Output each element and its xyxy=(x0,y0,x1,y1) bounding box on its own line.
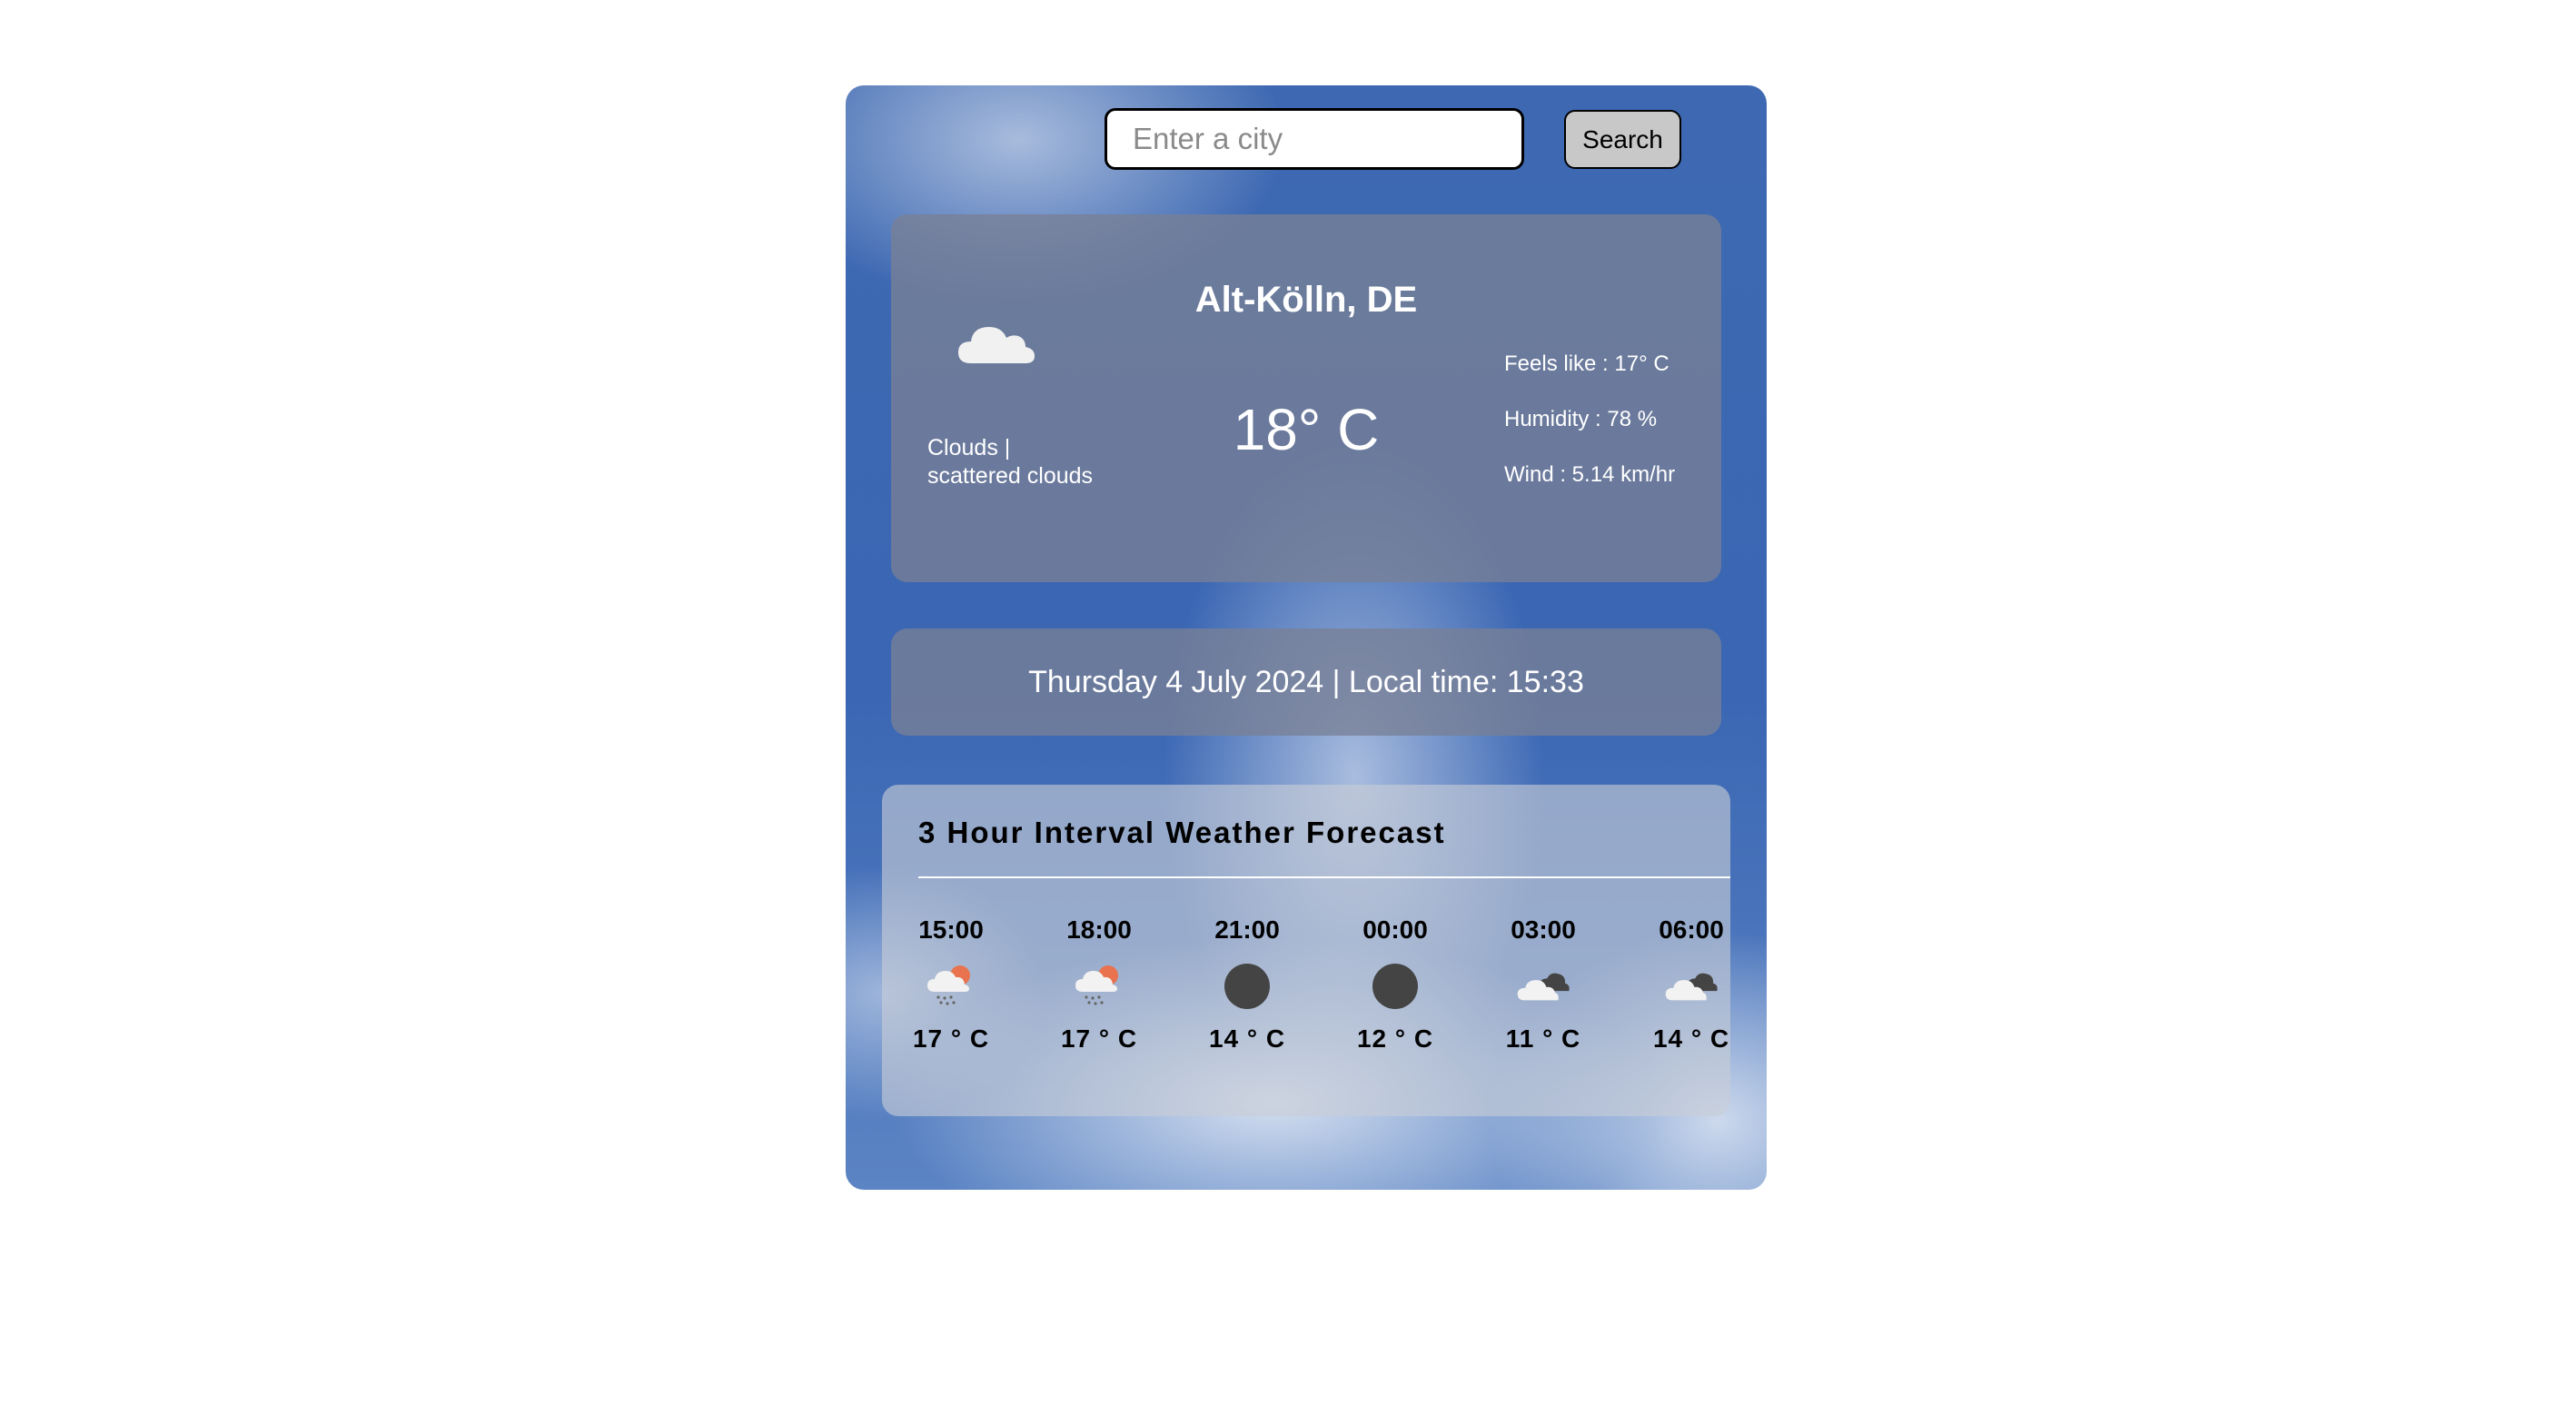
forecast-time: 00:00 xyxy=(1362,915,1428,944)
current-weather-card: Clouds | scattered clouds Alt-Kölln, DE … xyxy=(891,214,1721,582)
weather-description: Clouds | scattered clouds xyxy=(927,434,1145,490)
forecast-item: 18:00 17 ° C xyxy=(1035,912,1163,1057)
rain-sun-icon xyxy=(927,965,970,1005)
forecast-time: 18:00 xyxy=(1066,915,1132,944)
forecast-title: 3 Hour Interval Weather Forecast xyxy=(918,816,1446,849)
cloud-icon xyxy=(958,327,1035,363)
forecast-time: 15:00 xyxy=(918,915,984,944)
date-time-text: Thursday 4 July 2024 | Local time: 15:33 xyxy=(1028,665,1584,699)
city-search-input[interactable] xyxy=(1105,108,1524,170)
city-name: Alt-Kölln, DE xyxy=(1194,280,1418,320)
forecast-item: 21:00 14 ° C xyxy=(1184,912,1311,1057)
search-button[interactable]: Search xyxy=(1564,110,1681,169)
forecast-temp: 11 ° C xyxy=(1505,1024,1581,1053)
wind-speed: Wind : 5.14 km/hr xyxy=(1504,462,1676,487)
clouds-icon xyxy=(1665,973,1718,1001)
forecast-time: 03:00 xyxy=(1511,915,1576,944)
weather-detail: scattered clouds xyxy=(927,463,1094,489)
forecast-time: 06:00 xyxy=(1659,915,1724,944)
date-time-card: Thursday 4 July 2024 | Local time: 15:33 xyxy=(891,628,1721,736)
forecast-card: 3 Hour Interval Weather Forecast 15:00 1… xyxy=(882,785,1730,1116)
rain-sun-icon xyxy=(1075,965,1118,1005)
forecast-temp: 12 ° C xyxy=(1356,1024,1434,1053)
moon-icon xyxy=(1372,964,1418,1009)
weather-main: Clouds | xyxy=(927,435,1011,460)
weather-app: Search Clouds | scattered clouds Alt-Köl… xyxy=(846,85,1767,1190)
weather-details: Feels like : 17° C Humidity : 78 % Wind … xyxy=(1504,351,1713,517)
forecast-temp: 17 ° C xyxy=(912,1024,990,1053)
forecast-item: 03:00 11 ° C xyxy=(1480,912,1607,1057)
forecast-temp: 14 ° C xyxy=(1652,1024,1730,1053)
search-bar: Search xyxy=(846,85,1767,194)
divider xyxy=(918,876,1730,878)
humidity: Humidity : 78 % xyxy=(1504,407,1658,431)
clouds-icon xyxy=(1517,973,1570,1001)
forecast-item: 06:00 14 ° C xyxy=(1628,912,1755,1057)
forecast-time: 21:00 xyxy=(1214,915,1280,944)
current-temperature: 18° C xyxy=(1233,397,1380,462)
forecast-item: 15:00 17 ° C xyxy=(887,912,1015,1057)
forecast-temp: 17 ° C xyxy=(1060,1024,1138,1053)
forecast-temp: 14 ° C xyxy=(1208,1024,1286,1053)
feels-like: Feels like : 17° C xyxy=(1504,351,1669,376)
moon-icon xyxy=(1224,964,1270,1009)
forecast-item: 00:00 12 ° C xyxy=(1332,912,1459,1057)
